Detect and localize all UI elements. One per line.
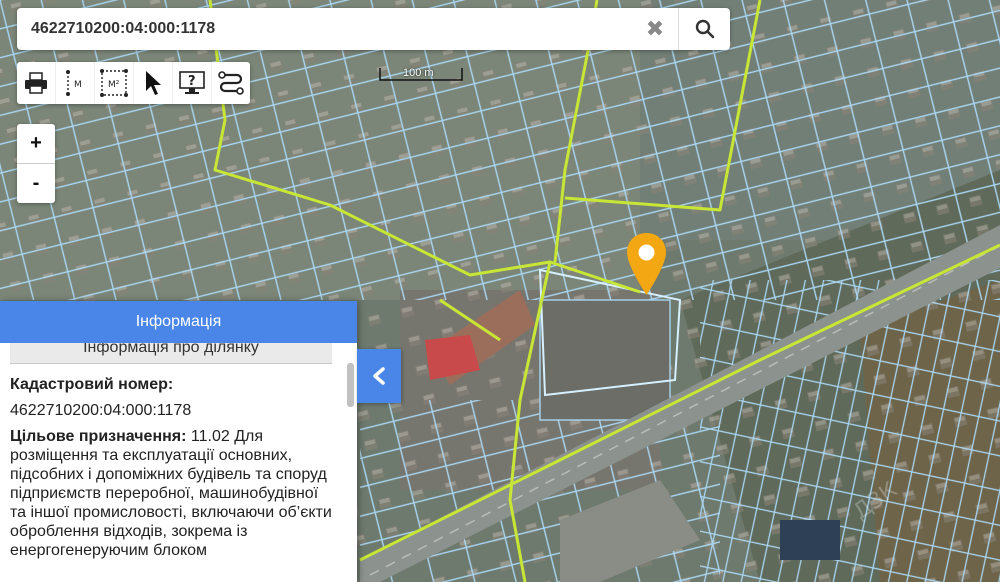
purpose-row: Цільове призначення: 11.02 Для розміщенн… bbox=[10, 427, 338, 560]
parcel-details: Кадастровий номер: 4622710200:04:000:117… bbox=[10, 375, 338, 560]
search-button[interactable] bbox=[678, 8, 730, 50]
measure-distance-button[interactable]: M bbox=[56, 62, 95, 104]
panel-scrollbar[interactable] bbox=[346, 345, 355, 580]
scale-bar: 100 m bbox=[378, 64, 464, 84]
purpose-label: Цільове призначення: bbox=[10, 428, 187, 445]
print-icon bbox=[25, 72, 47, 94]
route-button[interactable] bbox=[212, 62, 250, 104]
route-icon bbox=[218, 71, 244, 95]
info-icon: ? bbox=[179, 71, 205, 94]
measure-area-label: M² bbox=[108, 80, 120, 90]
purpose-value: 11.02 Для розміщення та експлуатації осн… bbox=[10, 428, 332, 559]
search-bar: ✖ bbox=[17, 8, 730, 50]
panel-title: Інформація bbox=[0, 301, 357, 343]
location-pin-icon[interactable] bbox=[624, 231, 669, 297]
zoom-out-button[interactable]: - bbox=[17, 163, 55, 203]
chevron-left-icon bbox=[373, 367, 385, 385]
cursor-icon bbox=[146, 71, 161, 95]
cadastral-number-value: 4622710200:04:000:1178 bbox=[10, 402, 192, 419]
search-icon bbox=[695, 19, 714, 39]
search-input[interactable] bbox=[17, 9, 632, 49]
cadastral-number-label: Кадастровий номер: bbox=[10, 376, 174, 393]
panel-body: Інформація про ділянку Кадастровий номер… bbox=[0, 343, 357, 582]
map-toolbar: M M² ? bbox=[17, 62, 250, 104]
select-cursor-button[interactable] bbox=[134, 62, 173, 104]
measure-area-icon: M² bbox=[100, 69, 128, 97]
scrollbar-thumb[interactable] bbox=[347, 363, 354, 407]
measure-distance-icon: M bbox=[66, 70, 82, 96]
measure-distance-label: M bbox=[74, 80, 82, 90]
zoom-control: + - bbox=[17, 124, 55, 203]
collapse-panel-button[interactable] bbox=[357, 349, 401, 403]
print-button[interactable] bbox=[17, 62, 56, 104]
clear-search-button[interactable]: ✖ bbox=[632, 8, 678, 50]
info-panel: Інформація Інформація про ділянку Кадаст… bbox=[0, 301, 357, 582]
svg-text:?: ? bbox=[188, 74, 196, 89]
scale-label: 100 m bbox=[403, 67, 434, 79]
info-button[interactable]: ? bbox=[173, 62, 212, 104]
close-icon: ✖ bbox=[645, 16, 665, 41]
zoom-in-button[interactable]: + bbox=[17, 124, 55, 163]
panel-subtitle: Інформація про ділянку bbox=[10, 343, 332, 364]
measure-area-button[interactable]: M² bbox=[95, 62, 134, 104]
